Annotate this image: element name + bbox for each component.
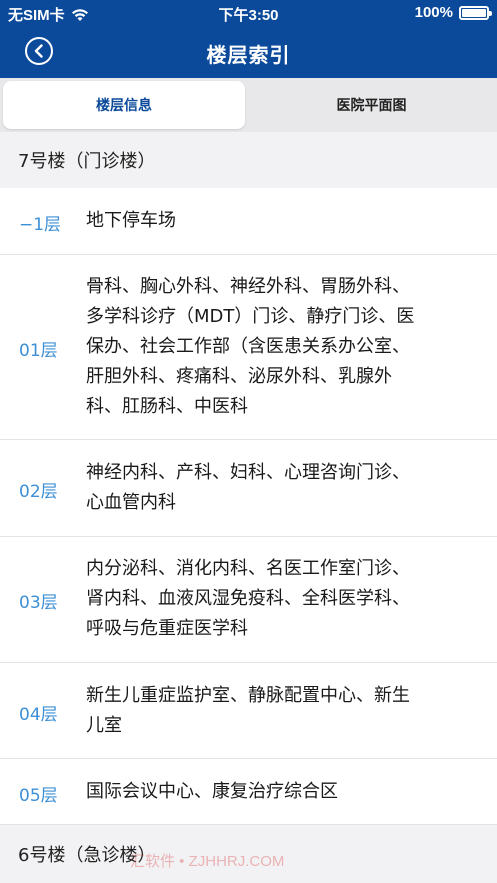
section-header-building-7: 7号楼（门诊楼） — [0, 132, 497, 188]
floor-label: 02层 — [19, 482, 58, 502]
floor-description: 神经内科、产科、妇科、心理咨询门诊、心血管内科 — [86, 462, 410, 513]
list-item[interactable]: 02层 神经内科、产科、妇科、心理咨询门诊、心血管内科 — [0, 440, 497, 537]
status-bar: 无SIM卡 下午3:50 100% — [0, 0, 497, 26]
floor-label: 04层 — [19, 705, 58, 725]
nav-bar: 楼层索引 — [0, 26, 497, 78]
segmented-tabs: 楼层信息 医院平面图 — [0, 78, 497, 132]
list-item[interactable]: 03层 内分泌科、消化内科、名医工作室门诊、肾内科、血液风湿免疫科、全科医学科、… — [0, 537, 497, 663]
floor-description: 骨科、胸心外科、神经外科、胃肠外科、多学科诊疗（MDT）门诊、静疗门诊、医保办、… — [86, 276, 415, 417]
list-item[interactable]: 05层 国际会议中心、康复治疗综合区 — [0, 759, 497, 825]
floor-label: 05层 — [19, 786, 58, 806]
list-item[interactable]: 01层 骨科、胸心外科、神经外科、胃肠外科、多学科诊疗（MDT）门诊、静疗门诊、… — [0, 255, 497, 440]
floor-label: 03层 — [19, 593, 58, 613]
floor-description: 新生儿重症监护室、静脉配置中心、新生儿室 — [86, 685, 410, 736]
floor-label: 01层 — [19, 341, 58, 361]
floor-label: −1层 — [19, 215, 62, 235]
watermark: 汇软件 • ZJHHRJ.COM — [130, 853, 285, 870]
page-title: 楼层索引 — [206, 43, 291, 67]
floor-description: 地下停车场 — [86, 210, 176, 231]
tab-floor-info[interactable]: 楼层信息 — [3, 81, 245, 129]
list-item[interactable]: −1层 地下停车场 — [0, 188, 497, 255]
battery-percent: 100% — [414, 4, 453, 21]
list-item[interactable]: 04层 新生儿重症监护室、静脉配置中心、新生儿室 — [0, 663, 497, 759]
battery-icon — [459, 5, 492, 20]
tab-hospital-map[interactable]: 医院平面图 — [249, 81, 494, 129]
floor-description: 国际会议中心、康复治疗综合区 — [86, 781, 338, 802]
floor-description: 内分泌科、消化内科、名医工作室门诊、肾内科、血液风湿免疫科、全科医学科、呼吸与危… — [86, 558, 410, 639]
